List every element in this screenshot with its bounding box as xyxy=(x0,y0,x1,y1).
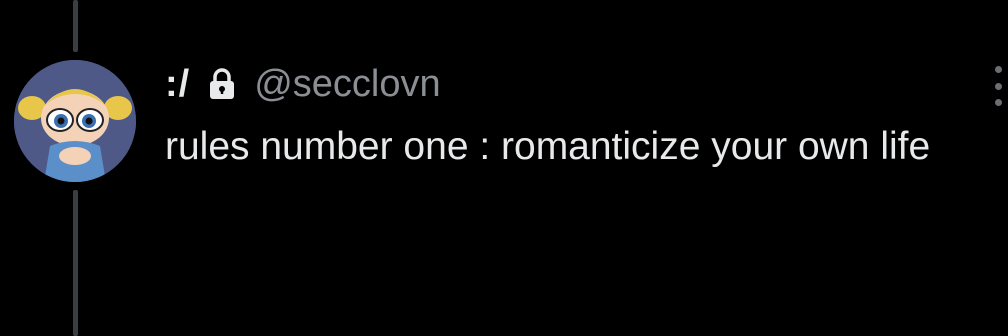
more-dot xyxy=(994,66,1002,73)
username[interactable]: @secclovn xyxy=(254,63,440,106)
avatar[interactable] xyxy=(14,60,136,182)
lock-icon xyxy=(208,68,236,100)
display-name[interactable]: :/ xyxy=(165,63,190,106)
post-header: :/ @secclovn xyxy=(165,60,441,108)
post-text: rules number one : romanticize your own … xyxy=(165,125,931,168)
more-dot xyxy=(994,82,1002,90)
thread-line-top xyxy=(73,0,78,52)
more-dot xyxy=(994,99,1002,106)
thread-line-bottom xyxy=(73,190,78,336)
avatar-image xyxy=(14,60,136,182)
more-options-icon[interactable] xyxy=(988,66,1008,106)
